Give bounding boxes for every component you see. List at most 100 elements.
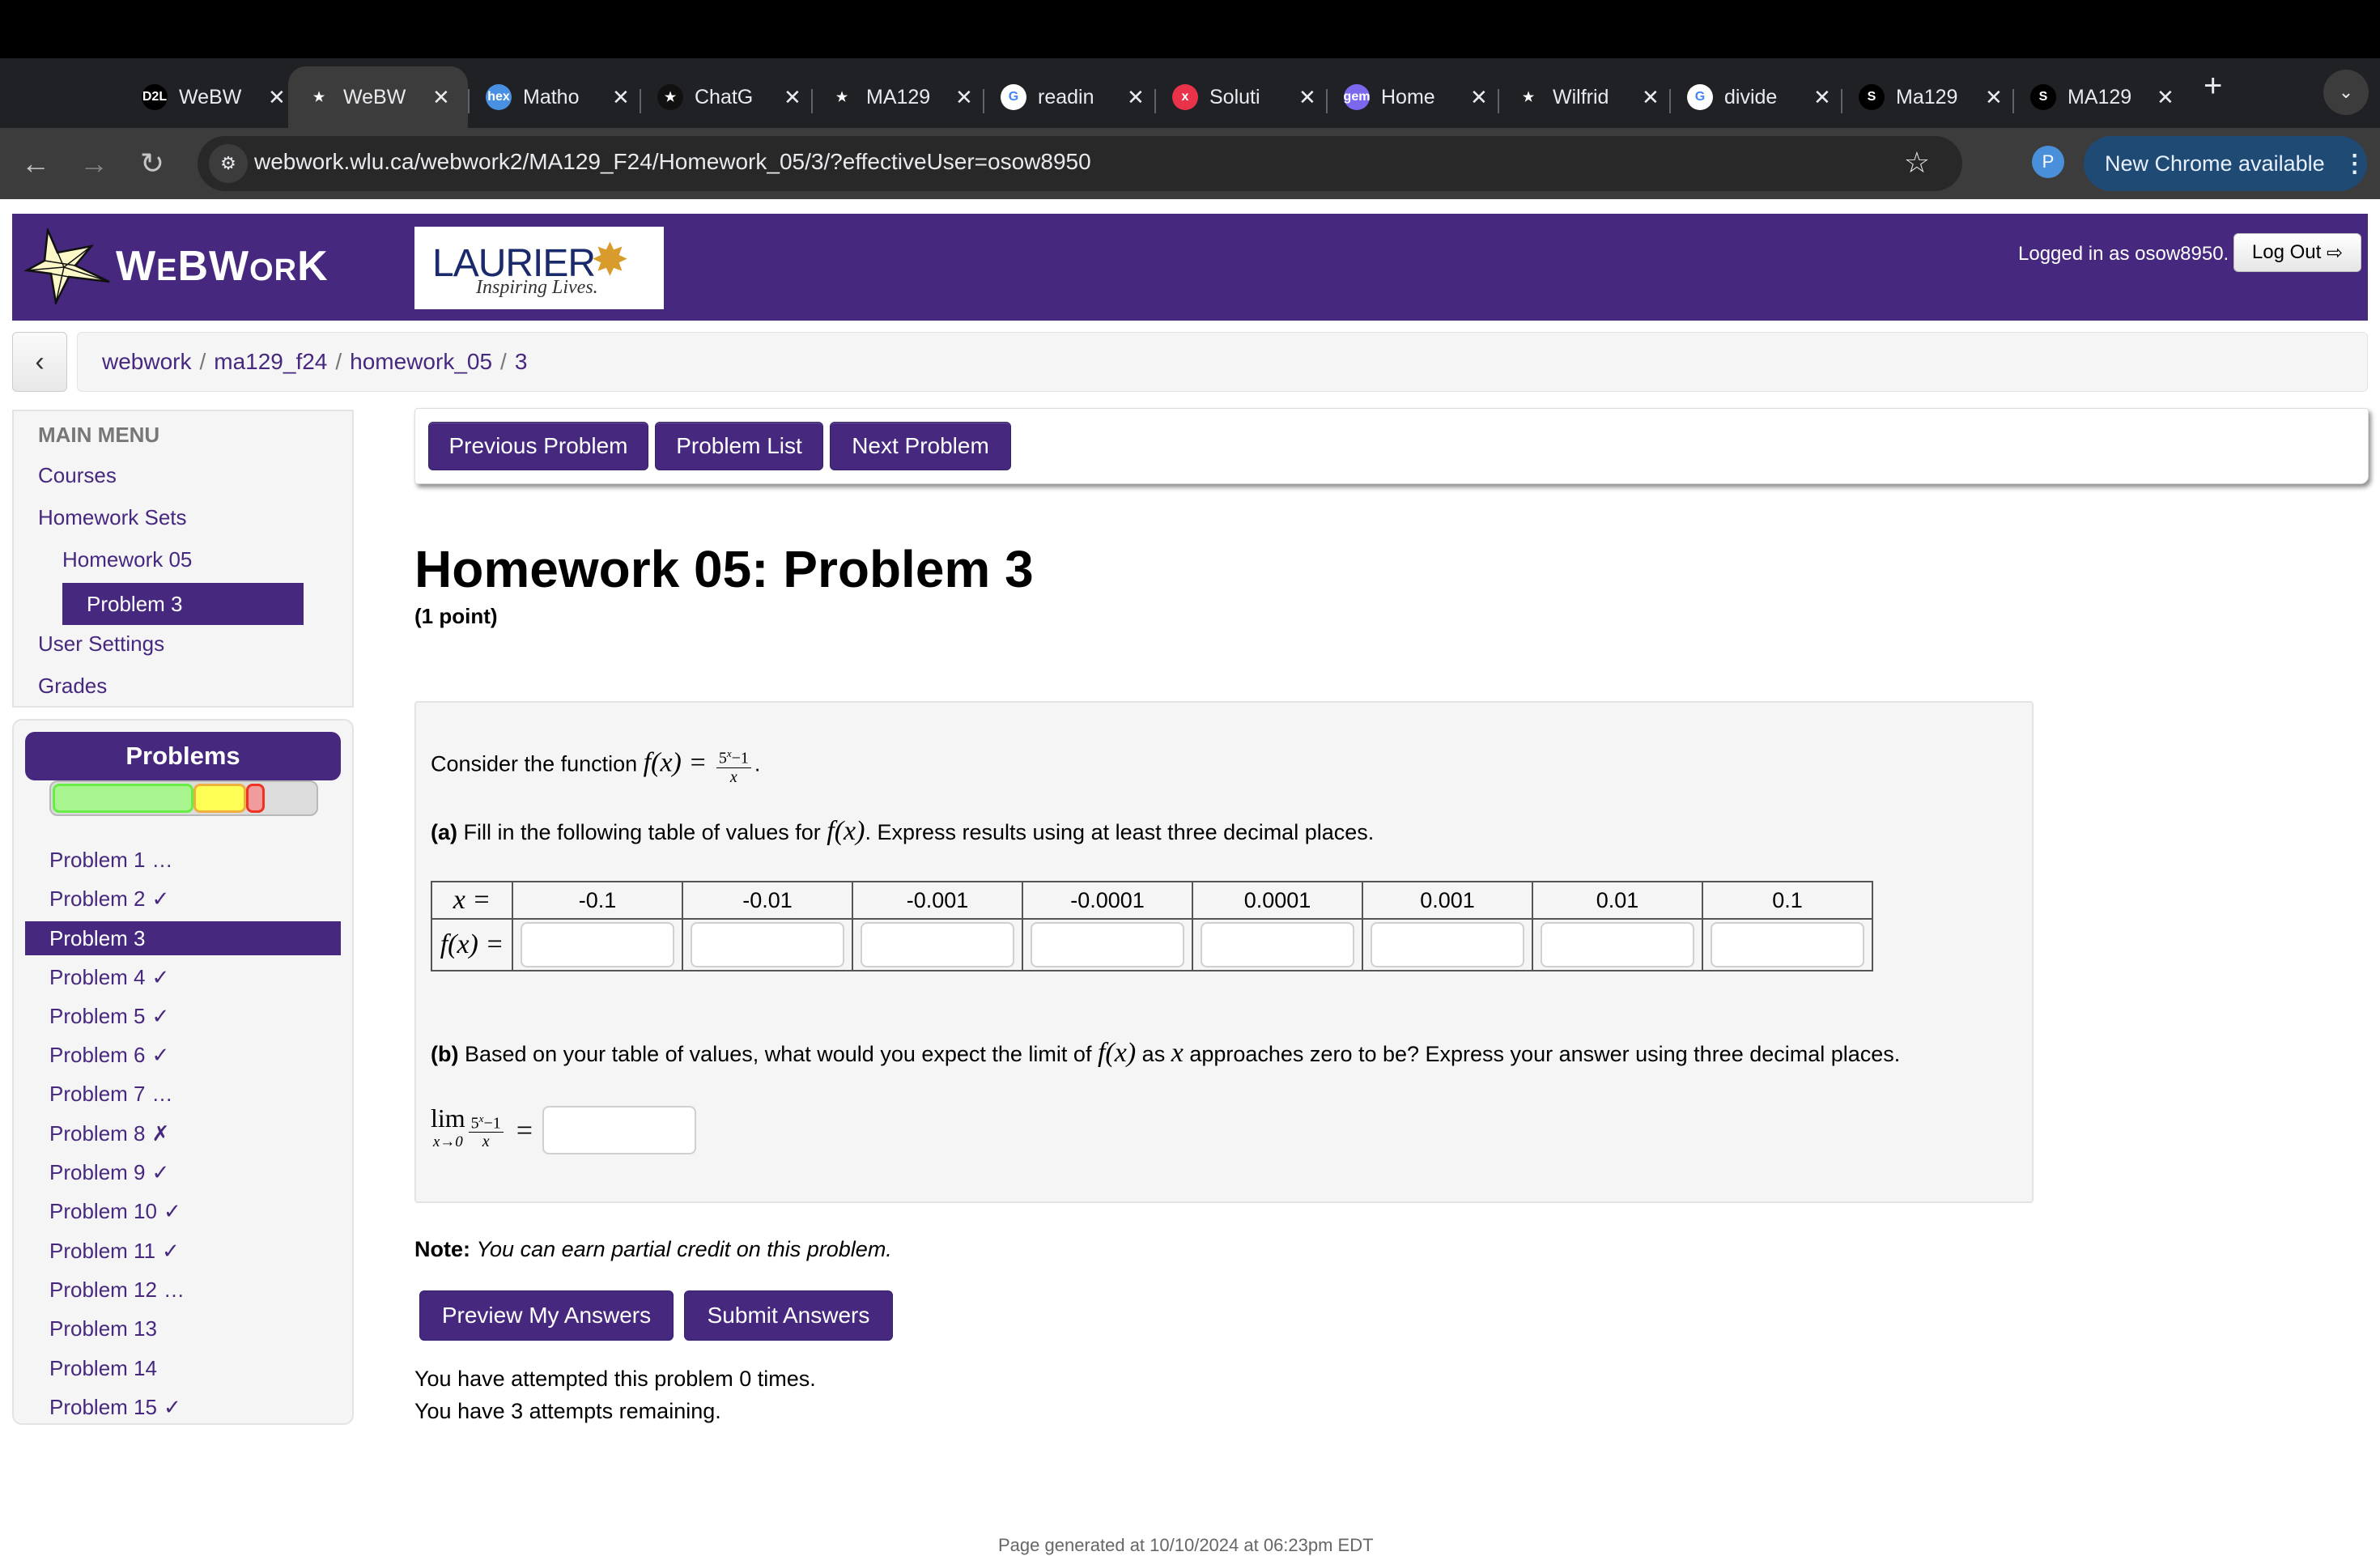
forward-arrow-icon[interactable]: → — [74, 144, 113, 183]
problem-list-item[interactable]: Problem 2 ✓ — [25, 879, 341, 918]
problem-list-item[interactable]: Problem 13 — [25, 1309, 341, 1348]
problem-list-item[interactable]: Problem 14 — [25, 1349, 341, 1388]
preview-answers-button[interactable]: Preview My Answers — [419, 1290, 674, 1341]
tab-close-icon[interactable]: ✕ — [1813, 85, 1831, 110]
problem-list-item[interactable]: Problem 10 ✓ — [25, 1192, 341, 1231]
problem-status-icon: … — [163, 1277, 185, 1302]
problem-list-item[interactable]: Problem 12… — [25, 1270, 341, 1309]
fx-answer-input[interactable] — [1371, 922, 1524, 967]
tab-close-icon[interactable]: ✕ — [1127, 85, 1145, 110]
set-progress-bar — [49, 780, 318, 816]
problem-list-item[interactable]: Problem 5 ✓ — [25, 997, 341, 1035]
problem-list-item[interactable]: Problem 3 — [25, 920, 341, 955]
fx-answer-cell — [1532, 918, 1703, 971]
fx-row: f(x) = — [431, 918, 1873, 971]
x-value-cell: 0.0001 — [1192, 881, 1363, 920]
tab-close-icon[interactable]: ✕ — [1642, 85, 1660, 110]
problem-list-item[interactable]: Problem 15 ✓ — [25, 1388, 341, 1426]
browser-tab[interactable]: S MA129 ✕ — [2030, 66, 2174, 128]
limit-answer-input[interactable] — [542, 1106, 697, 1154]
tab-close-icon[interactable]: ✕ — [2157, 85, 2174, 110]
browser-tab[interactable]: ★ MA129 ✕ — [829, 66, 973, 128]
browser-tab[interactable]: S Ma129 ✕ — [1859, 66, 2003, 128]
fx-answer-input[interactable] — [1201, 922, 1354, 967]
main-menu-heading: MAIN MENU — [38, 423, 160, 447]
kebab-menu-icon: ⋮ — [2342, 150, 2367, 177]
fx-answer-input[interactable] — [861, 922, 1014, 967]
problem-list-item[interactable]: Problem 8 ✗ — [25, 1114, 341, 1153]
problem-list-item[interactable]: Problem 4 ✓ — [25, 958, 341, 997]
problem-label: Problem 1 — [49, 848, 146, 872]
tab-close-icon[interactable]: ✕ — [955, 85, 973, 110]
browser-tab[interactable]: ★ Wilfrid ✕ — [1515, 66, 1660, 128]
fx-answer-input[interactable] — [691, 922, 844, 967]
progress-partial-segment — [193, 784, 247, 813]
browser-tab[interactable]: hex Matho ✕ — [486, 66, 630, 128]
problem-label: Problem 15 — [49, 1394, 157, 1419]
browser-tab[interactable]: x Soluti ✕ — [1172, 66, 1316, 128]
laurier-logo[interactable]: LAURIER ✸ Inspiring Lives. — [414, 227, 664, 309]
tab-close-icon[interactable]: ✕ — [268, 85, 286, 110]
problem-list-item[interactable]: Problem 6 ✓ — [25, 1035, 341, 1074]
next-problem-button[interactable]: Next Problem — [830, 422, 1011, 470]
problem-list-item[interactable]: Problem 9 ✓ — [25, 1153, 341, 1192]
problems-panel: Problems Problem 1… Problem 2 ✓ Problem 3 Pr… — [12, 719, 354, 1425]
menu-item-homework-sets[interactable]: Homework Sets — [38, 505, 187, 530]
fx-answer-input[interactable] — [1541, 922, 1694, 967]
tab-close-icon[interactable]: ✕ — [432, 85, 450, 110]
problem-status-icon: ✓ — [151, 1160, 170, 1185]
new-tab-icon[interactable]: + — [2204, 70, 2222, 102]
menu-item-homework-05[interactable]: Homework 05 — [62, 547, 192, 572]
breadcrumb-webwork[interactable]: webwork — [102, 349, 191, 375]
problem-status-icon: ✓ — [151, 1003, 170, 1028]
profile-avatar[interactable]: P — [2032, 146, 2064, 178]
breadcrumb: webwork / ma129_f24 / homework_05 / 3 — [77, 332, 2368, 392]
fx-answer-input[interactable] — [1711, 922, 1864, 967]
breadcrumb-course[interactable]: ma129_f24 — [214, 349, 327, 375]
browser-tab[interactable]: Gdivide ✕ — [1687, 66, 1831, 128]
site-settings-icon[interactable]: ⚙ — [209, 144, 248, 183]
tab-close-icon[interactable]: ✕ — [1470, 85, 1488, 110]
tab-close-icon[interactable]: ✕ — [1298, 85, 1316, 110]
problem-list-item[interactable]: Problem 7… — [25, 1074, 341, 1113]
menu-item-grades[interactable]: Grades — [38, 674, 107, 699]
browser-tab[interactable]: ★ ChatG ✕ — [657, 66, 801, 128]
new-chrome-available-button[interactable]: New Chrome available ⋮ — [2084, 136, 2367, 191]
url-text[interactable]: webwork.wlu.ca/webwork2/MA129_F24/Homewo… — [254, 149, 1091, 175]
problem-list-button[interactable]: Problem List — [655, 422, 823, 470]
problem-list-item[interactable]: Problem 11 ✓ — [25, 1231, 341, 1270]
browser-tab[interactable]: Greadin ✕ — [1001, 66, 1145, 128]
limit-expression: lim x→0 5x−1 x = — [431, 1105, 697, 1154]
problem-status-icon: ✓ — [151, 886, 170, 912]
sidebar-toggle-button[interactable]: ‹ — [12, 332, 67, 392]
breadcrumb-set[interactable]: homework_05 — [350, 349, 492, 375]
logout-button[interactable]: Log Out ⇨ — [2233, 233, 2361, 272]
previous-problem-button[interactable]: Previous Problem — [428, 422, 648, 470]
bookmark-star-icon[interactable]: ☆ — [1904, 146, 1930, 180]
tab-separator — [1498, 89, 1499, 113]
fx-label: f(x) = — [431, 918, 513, 971]
browser-tab[interactable]: ★ WeBW ✕ — [288, 66, 468, 128]
address-bar[interactable]: ⚙ webwork.wlu.ca/webwork2/MA129_F24/Home… — [198, 136, 1962, 191]
back-arrow-icon[interactable]: ← — [16, 144, 55, 183]
tab-favicon-icon: gem — [1344, 84, 1370, 110]
menu-item-courses[interactable]: Courses — [38, 463, 117, 488]
webwork-wordmark: WEBWORK — [116, 243, 329, 290]
reload-icon[interactable]: ↻ — [133, 144, 172, 183]
problem-list-item[interactable]: Problem 1… — [25, 840, 341, 879]
tab-search-icon[interactable]: ⌄ — [2323, 70, 2369, 115]
tab-favicon-icon: x — [1172, 84, 1198, 110]
fx-answer-input[interactable] — [1031, 922, 1184, 967]
menu-item-problem-3[interactable]: Problem 3 — [62, 583, 304, 625]
webwork-logo[interactable]: WEBWORK — [23, 228, 329, 304]
tab-close-icon[interactable]: ✕ — [1985, 85, 2003, 110]
menu-item-user-settings[interactable]: User Settings — [38, 631, 164, 657]
tab-close-icon[interactable]: ✕ — [612, 85, 630, 110]
browser-tab[interactable]: D2L WeBW ✕ — [142, 66, 286, 128]
submit-answers-button[interactable]: Submit Answers — [684, 1290, 893, 1341]
tab-title: divide — [1724, 85, 1778, 108]
tab-close-icon[interactable]: ✕ — [784, 85, 801, 110]
tab-title: readin — [1038, 85, 1094, 108]
browser-tab[interactable]: gem Home ✕ — [1344, 66, 1488, 128]
fx-answer-input[interactable] — [521, 922, 674, 967]
